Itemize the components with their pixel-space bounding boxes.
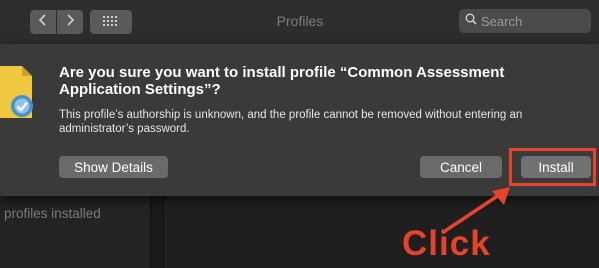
cancel-button[interactable]: Cancel bbox=[420, 156, 502, 178]
chevron-right-icon bbox=[65, 13, 75, 31]
show-all-button[interactable] bbox=[90, 10, 132, 34]
dialog-message: This profile’s authorship is unknown, an… bbox=[59, 109, 523, 135]
grid-icon bbox=[103, 13, 119, 31]
back-button[interactable] bbox=[30, 10, 56, 34]
certificate-icon bbox=[0, 62, 42, 131]
show-details-button[interactable]: Show Details bbox=[59, 156, 168, 178]
search-icon bbox=[465, 12, 477, 30]
search-field[interactable] bbox=[459, 9, 591, 33]
install-highlight-box bbox=[509, 148, 596, 186]
profile-detail-pane bbox=[164, 196, 599, 268]
profiles-installed-text: profiles installed bbox=[4, 206, 101, 221]
chevron-left-icon bbox=[38, 13, 48, 31]
forward-button[interactable] bbox=[57, 10, 83, 34]
pane-divider[interactable] bbox=[150, 196, 164, 268]
toolbar: Profiles bbox=[0, 0, 599, 44]
search-input[interactable] bbox=[477, 13, 581, 29]
dialog-title: Are you sure you want to install profile… bbox=[59, 64, 505, 98]
click-annotation: Click bbox=[402, 224, 491, 263]
window-title: Profiles bbox=[276, 13, 324, 29]
